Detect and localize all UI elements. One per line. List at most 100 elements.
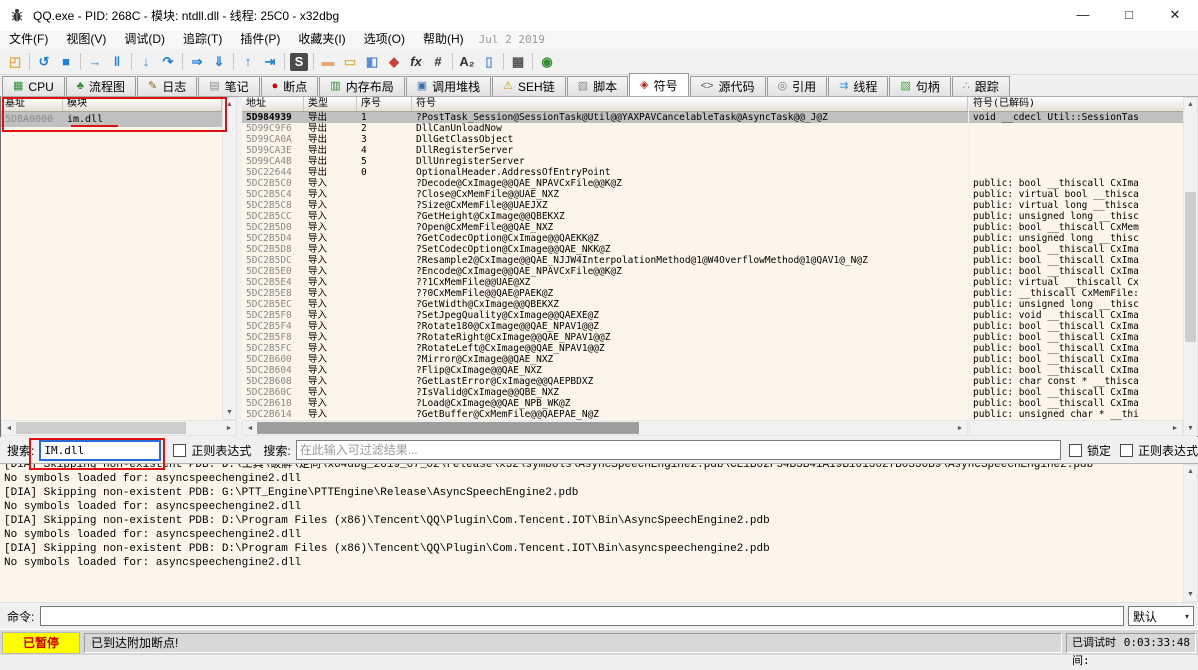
scroll-right-arrow[interactable]: ► — [953, 422, 967, 435]
menu-item-trace[interactable]: 追踪(T) — [174, 30, 231, 49]
minimize-button[interactable]: — — [1060, 0, 1106, 30]
decoded-symbol-row[interactable]: void __cdecl Util::SessionTas — [969, 112, 1183, 123]
menu-item-plugins[interactable]: 插件(P) — [231, 30, 289, 49]
symbols-header-ordinal[interactable]: 序号 — [357, 97, 412, 111]
pause-icon[interactable]: ‖ — [106, 52, 128, 72]
scroll-up-arrow[interactable]: ▲ — [223, 98, 237, 111]
symbol-row[interactable]: 5DC2B5D0导入?Open@CxMemFile@@QAE_NXZ — [242, 222, 968, 233]
patches-icon[interactable]: ▬ — [317, 52, 339, 72]
decoded-symbol-row[interactable]: public: bool __thiscall CxIma — [969, 354, 1183, 365]
symbol-row[interactable]: 5DC2B610导入?Load@CxImage@@QAE_NPB_WK@Z — [242, 398, 968, 409]
step-into-icon[interactable]: ↓ — [135, 52, 157, 72]
symbol-row[interactable]: 5DC2B5C4导入?Close@CxMemFile@@UAE_NXZ — [242, 189, 968, 200]
tab-symbols[interactable]: ◈符号 — [629, 73, 688, 96]
decoded-symbol-row[interactable]: public: bool __thiscall CxIma — [969, 365, 1183, 376]
decoded-header-label[interactable]: 符号(已解码) — [969, 97, 1183, 111]
symbols-header-type[interactable]: 类型 — [304, 97, 357, 111]
stop-icon[interactable]: ■ — [55, 52, 77, 72]
tab-cpu[interactable]: ▦CPU — [2, 76, 65, 96]
run-icon[interactable]: → — [84, 52, 106, 72]
decoded-symbol-row[interactable]: public: bool __thiscall CxIma — [969, 244, 1183, 255]
scroll-down-arrow[interactable]: ▼ — [1184, 422, 1198, 435]
symbol-row[interactable]: 5DC2B5D8导入?SetCodecOption@CxImage@@QAE_N… — [242, 244, 968, 255]
decoded-vertical-scrollbar[interactable]: ▲ ▼ — [1183, 97, 1198, 436]
modules-header-module[interactable]: 模块 — [63, 97, 222, 111]
tab-notes[interactable]: ▤笔记 — [198, 76, 259, 96]
decoded-symbol-row[interactable] — [969, 123, 1183, 134]
scroll-down-arrow[interactable]: ▼ — [1184, 588, 1198, 601]
modules-vertical-scrollbar[interactable]: ▲ ▼ — [222, 97, 237, 420]
module-search-input[interactable] — [39, 440, 161, 461]
step-over-icon[interactable]: ↷ — [157, 52, 179, 72]
tab-log[interactable]: ✎日志 — [137, 76, 197, 96]
symbol-row[interactable]: 5DC2B5DC导入?Resample2@CxImage@@QAE_NJJW4I… — [242, 255, 968, 266]
decoded-symbol-row[interactable]: public: bool __thiscall CxIma — [969, 387, 1183, 398]
symbol-row[interactable]: 5D99CA4B导出5DllUnregisterServer — [242, 156, 968, 167]
tab-threads[interactable]: ⇉线程 — [828, 76, 888, 96]
symbol-row[interactable]: 5DC2B5F0导入?SetJpegQuality@CxImage@@QAEXE… — [242, 310, 968, 321]
decoded-symbol-row[interactable] — [969, 145, 1183, 156]
close-button[interactable]: ✕ — [1152, 0, 1198, 30]
decoded-symbol-row[interactable]: public: unsigned long __thisc — [969, 233, 1183, 244]
symbol-row[interactable]: 5DC2B60C导入?IsValid@CxImage@@QBE_NXZ — [242, 387, 968, 398]
symbol-row[interactable]: 5DC2B5D4导入?GetCodecOption@CxImage@@QAEKK… — [242, 233, 968, 244]
decoded-symbol-row[interactable]: public: virtual __thiscall Cx — [969, 277, 1183, 288]
command-profile-dropdown[interactable]: 默认 ▾ — [1128, 606, 1194, 626]
scroll-up-arrow[interactable]: ▲ — [1184, 98, 1198, 111]
log-vertical-scrollbar[interactable]: ▲ ▼ — [1183, 464, 1198, 602]
phone-icon[interactable]: ▯ — [478, 52, 500, 72]
modules-horizontal-scrollbar[interactable]: ◄ ► — [1, 420, 237, 436]
symbol-row[interactable]: 5DC2B5CC导入?GetHeight@CxImage@@QBEKXZ — [242, 211, 968, 222]
tab-references[interactable]: ◎引用 — [767, 76, 828, 96]
symbol-row[interactable]: 5DC22644导出0OptionalHeader.AddressOfEntry… — [242, 167, 968, 178]
symbol-row[interactable]: 5DC2B5F8导入?RotateRight@CxImage@@QAE_NPAV… — [242, 332, 968, 343]
source-s-icon[interactable]: S — [290, 53, 308, 71]
hash-icon[interactable]: # — [427, 52, 449, 72]
trace-over-icon[interactable]: ⇓ — [208, 52, 230, 72]
regex-right-checkbox[interactable] — [1120, 444, 1133, 457]
tab-seh[interactable]: ⚠SEH链 — [492, 76, 566, 96]
decoded-symbol-row[interactable] — [969, 167, 1183, 178]
tab-memory-map[interactable]: ▥内存布局 — [319, 76, 404, 96]
regex-checkbox[interactable] — [173, 444, 186, 457]
functions-icon[interactable]: fx — [405, 52, 427, 72]
tab-call-stack[interactable]: ▣调用堆栈 — [406, 76, 491, 96]
menu-item-favourites[interactable]: 收藏夹(I) — [289, 30, 354, 49]
scroll-right-arrow[interactable]: ► — [1168, 422, 1182, 435]
symbols-horizontal-scrollbar[interactable]: ◄ ► — [242, 420, 968, 436]
symbol-row[interactable]: 5DC2B5C8导入?Size@CxMemFile@@UAEJXZ — [242, 200, 968, 211]
decoded-symbol-row[interactable]: public: void __thiscall CxIma — [969, 310, 1183, 321]
decoded-symbol-row[interactable] — [969, 156, 1183, 167]
symbol-row[interactable]: 5D984939导出1?PostTask_Session@SessionTask… — [242, 112, 968, 123]
symbol-row[interactable]: 5D99C9F6导出2DllCanUnloadNow — [242, 123, 968, 134]
tab-graph[interactable]: ♣流程图 — [66, 76, 136, 96]
menu-item-debug[interactable]: 调试(D) — [115, 30, 174, 49]
tab-trace[interactable]: ∴跟踪 — [952, 76, 1010, 96]
symbols-header-address[interactable]: 地址 — [242, 97, 304, 111]
decoded-symbol-row[interactable]: public: char const * __thisca — [969, 376, 1183, 387]
decoded-symbol-row[interactable]: public: unsigned long __thisc — [969, 299, 1183, 310]
run-to-user-code-icon[interactable]: ⇥ — [259, 52, 281, 72]
scrollbar-thumb[interactable] — [257, 422, 639, 434]
menu-item-options[interactable]: 选项(O) — [355, 30, 414, 49]
trace-into-icon[interactable]: ⇒ — [186, 52, 208, 72]
command-input[interactable] — [40, 606, 1124, 626]
menu-item-view[interactable]: 视图(V) — [57, 30, 115, 49]
decoded-symbol-row[interactable]: public: unsigned long __thisc — [969, 211, 1183, 222]
decoded-symbol-row[interactable]: public: __thiscall CxMemFile: — [969, 288, 1183, 299]
decoded-symbol-row[interactable]: public: bool __thiscall CxIma — [969, 178, 1183, 189]
open-file-icon[interactable]: ◰ — [4, 52, 26, 72]
scroll-right-arrow[interactable]: ► — [222, 422, 236, 435]
strings-icon[interactable]: A₂ — [456, 52, 478, 72]
symbol-row[interactable]: 5DC2B604导入?Flip@CxImage@@QAE_NXZ — [242, 365, 968, 376]
comments-icon[interactable]: ▭ — [339, 52, 361, 72]
labels-icon[interactable]: ◧ — [361, 52, 383, 72]
symbol-row[interactable]: 5DC2B600导入?Mirror@CxImage@@QAE_NXZ — [242, 354, 968, 365]
globe-icon[interactable]: ◉ — [536, 52, 558, 72]
symbol-row[interactable]: 5DC2B5E8导入??0CxMemFile@@QAE@PAEK@Z — [242, 288, 968, 299]
calculator-icon[interactable]: ▦ — [507, 52, 529, 72]
tab-handles[interactable]: ▨句柄 — [889, 76, 950, 96]
scroll-down-arrow[interactable]: ▼ — [223, 406, 237, 419]
lock-checkbox[interactable] — [1069, 444, 1082, 457]
decoded-symbol-row[interactable]: public: bool __thiscall CxIma — [969, 321, 1183, 332]
